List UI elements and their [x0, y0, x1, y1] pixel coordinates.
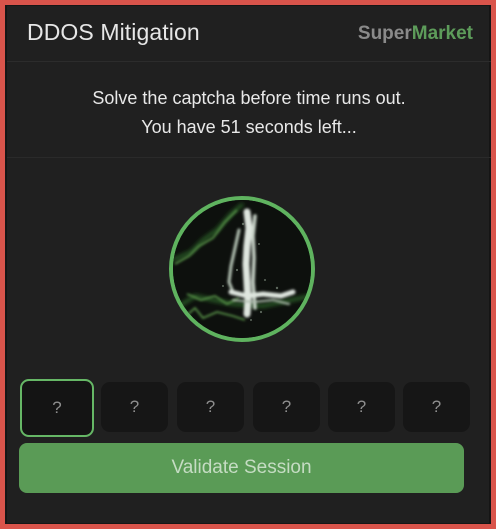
code-input-3[interactable]: ?	[177, 382, 244, 432]
panel-title: DDOS Mitigation	[27, 19, 200, 45]
instruction-text: Solve the captcha before time runs out.	[92, 88, 406, 108]
code-input-4[interactable]: ?	[253, 382, 320, 432]
captcha-instructions: Solve the captcha before time runs out. …	[7, 62, 491, 158]
captcha-code-inputs: ? ? ? ? ? ?	[14, 379, 470, 437]
code-input-2[interactable]: ?	[101, 382, 168, 432]
captcha-image	[169, 196, 315, 342]
panel-header: DDOS Mitigation SuperMarket	[7, 6, 491, 62]
code-input-6[interactable]: ?	[403, 382, 470, 432]
brand-logo-part1: Super	[357, 23, 412, 44]
countdown-text: You have 51 seconds left...	[141, 117, 357, 137]
code-input-1[interactable]: ?	[20, 379, 94, 437]
brand-logo-part2: Market	[411, 23, 473, 44]
brand-logo: SuperMarket	[358, 23, 473, 45]
code-input-5[interactable]: ?	[328, 382, 395, 432]
validate-session-button[interactable]: Validate Session	[19, 443, 464, 493]
captcha-glyph-graphic	[173, 200, 311, 338]
